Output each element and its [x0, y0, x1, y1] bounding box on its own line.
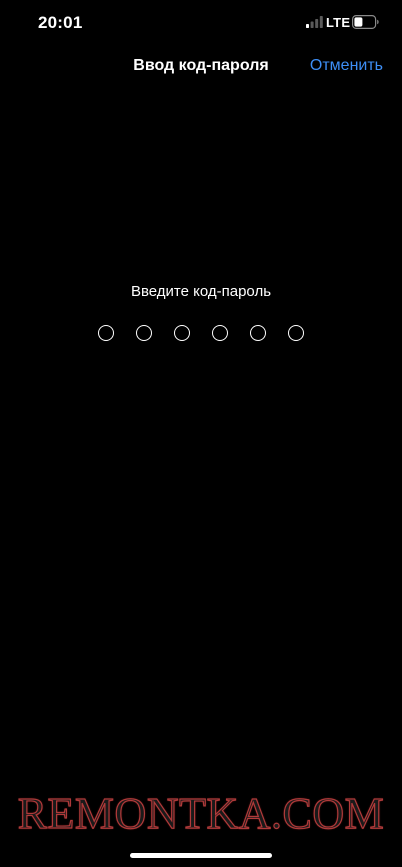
- status-bar: 20:01 LTE: [0, 0, 402, 46]
- navigation-bar: Ввод код-пароля Отменить: [0, 46, 402, 90]
- passcode-dots: [0, 325, 402, 341]
- passcode-prompt: Введите код-пароль: [130, 283, 272, 300]
- watermark-logo: REMONTKA.COM: [17, 788, 385, 838]
- passcode-dot: [98, 325, 114, 341]
- passcode-dot: [174, 325, 190, 341]
- battery-icon: [352, 15, 379, 29]
- passcode-dot: [288, 325, 304, 341]
- passcode-screen: 20:01 LTE Ввод код-пароля Отменить Введи…: [0, 0, 402, 867]
- status-time: 20:01: [38, 13, 83, 32]
- cellular-signal-icon: [306, 16, 323, 28]
- passcode-dot: [250, 325, 266, 341]
- network-type-label: LTE: [326, 15, 351, 30]
- cancel-button[interactable]: Отменить: [310, 57, 383, 75]
- passcode-dot: [136, 325, 152, 341]
- home-indicator[interactable]: [130, 853, 272, 858]
- passcode-dot: [212, 325, 228, 341]
